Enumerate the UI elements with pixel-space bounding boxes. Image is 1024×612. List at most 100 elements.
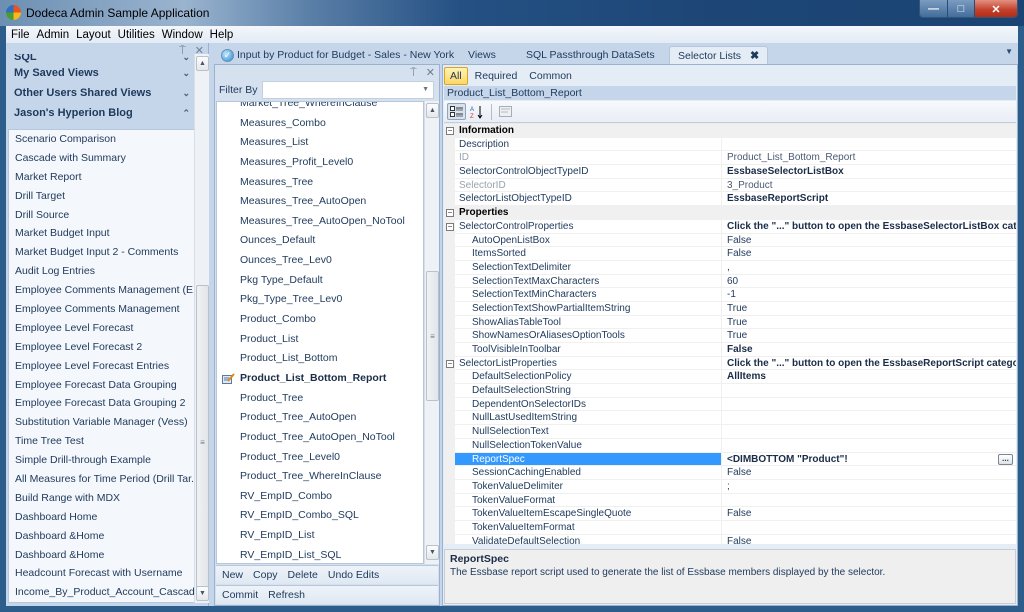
property-row[interactable]: NullSelectionText [444, 425, 1016, 439]
property-category-row[interactable]: − Properties [444, 206, 1016, 220]
selector-list-item[interactable]: Product_Tree_AutoOpen [217, 408, 423, 428]
view-list-item[interactable]: All Measures for Time Period (Drill Tar.… [9, 470, 198, 489]
property-row[interactable]: Description [444, 137, 1016, 152]
property-row[interactable]: TokenValueItemEscapeSingleQuote False [444, 507, 1016, 521]
menu-window[interactable]: Window [162, 29, 203, 41]
menu-layout[interactable]: Layout [76, 29, 111, 41]
property-row[interactable]: ShowNamesOrAliasesOptionTools True [444, 329, 1016, 343]
collapse-icon[interactable]: − [446, 359, 454, 368]
selector-list-item[interactable]: Product_Tree_AutoOpen_NoTool [217, 428, 423, 448]
view-list-item[interactable]: Employee Forecast Data Grouping [9, 376, 198, 395]
property-value[interactable]: False [722, 535, 1016, 544]
selector-list-item[interactable]: Measures_List [217, 133, 423, 153]
view-list-item[interactable]: Simple Drill-through Example [9, 451, 198, 470]
nav-group-my-saved-views[interactable]: My Saved Views ⌄ [8, 63, 196, 83]
selector-list-item[interactable]: Product_Tree [217, 389, 423, 409]
property-row[interactable]: DefaultSelectionString [444, 384, 1016, 398]
view-list-item[interactable]: Drill Source [9, 206, 198, 225]
selector-list-item[interactable]: Product_Tree_WhereInClause [217, 467, 423, 487]
property-value[interactable] [722, 425, 1016, 438]
filter-tab-required[interactable]: Required [470, 68, 523, 84]
tab-overflow-dropdown-icon[interactable]: ▼ [1005, 47, 1013, 56]
property-value[interactable]: Click the "..." button to open the Essba… [722, 357, 1016, 370]
property-value[interactable] [722, 138, 1016, 151]
property-value[interactable]: False [722, 234, 1016, 247]
property-value[interactable] [722, 384, 1016, 397]
property-value[interactable]: False [722, 343, 1016, 356]
selector-list-item[interactable]: Measures_Tree [217, 173, 423, 193]
menu-help[interactable]: Help [210, 29, 234, 41]
ellipsis-editor-button[interactable]: ... [998, 453, 1013, 465]
collapse-icon[interactable]: − [446, 127, 454, 135]
property-category-row[interactable]: − Information [444, 124, 1016, 138]
view-list-item[interactable]: Market Budget Input 2 - Comments [9, 243, 198, 262]
view-list-item[interactable]: Employee Level Forecast [9, 319, 198, 338]
filter-tab-common[interactable]: Common [524, 68, 577, 84]
property-value[interactable]: False [722, 507, 1016, 520]
view-list-item[interactable]: Dashboard &Home [9, 527, 198, 546]
selector-list-item[interactable]: RV_EmpID_Combo_SQL [217, 506, 423, 526]
property-row[interactable]: SelectorListObjectTypeID EssbaseReportScr… [444, 192, 1016, 207]
property-row[interactable]: NullLastUsedItemString [444, 411, 1016, 426]
view-list-item[interactable]: Employee Comments Management [9, 300, 198, 319]
property-value[interactable]: EssbaseSelectorListBox [722, 165, 1016, 178]
selector-list-item[interactable]: Product_List_Bottom [217, 349, 423, 369]
refresh-button[interactable]: Refresh [268, 589, 305, 601]
view-list-item[interactable]: Market Report [9, 168, 198, 187]
new-button[interactable]: New [222, 569, 243, 581]
collapse-icon[interactable]: − [446, 222, 454, 231]
selector-list-item[interactable]: Measures_Tree_AutoOpen [217, 192, 423, 212]
property-row[interactable]: SelectorControlObjectTypeID EssbaseSelect… [444, 165, 1016, 179]
property-row[interactable]: ItemsSorted False [444, 247, 1016, 261]
property-row[interactable]: NullSelectionTokenValue [444, 438, 1016, 453]
selector-list-item[interactable]: Ounces_Tree_Lev0 [217, 251, 423, 271]
view-list-item[interactable]: Employee Forecast Data Grouping 2 [9, 394, 198, 413]
property-row[interactable]: TokenValueDelimiter; [444, 479, 1016, 494]
property-value[interactable]: -1 [722, 288, 1016, 301]
maximize-button[interactable]: □ [947, 0, 974, 17]
view-list-item[interactable]: Drill Target [9, 187, 198, 206]
property-row[interactable]: ShowAliasTableTool True [444, 315, 1016, 330]
property-value[interactable] [722, 411, 1016, 424]
view-list-item[interactable]: Scenario Comparison [9, 130, 198, 149]
property-value[interactable] [722, 398, 1016, 411]
filter-by-combobox[interactable]: ▼ [262, 81, 434, 99]
nav-group-jasons-hyperion-blog[interactable]: Jason's Hyperion Blog ⌃ [8, 103, 196, 123]
property-value[interactable]: 60 [722, 275, 1016, 288]
pin-icon[interactable]: ⍑ [410, 67, 417, 79]
scroll-down-arrow-icon[interactable]: ▼ [196, 586, 209, 601]
property-row[interactable]: ID Product_List_Bottom_Report [444, 151, 1016, 166]
view-list-item[interactable]: Employee Level Forecast Entries [9, 357, 198, 376]
categorized-view-button[interactable] [447, 103, 466, 120]
selector-list-item[interactable]: Product_Combo [217, 310, 423, 330]
copy-button[interactable]: Copy [253, 569, 278, 581]
scroll-thumb[interactable]: ≡ [426, 271, 439, 401]
view-list-item[interactable]: Dashboard Home [9, 508, 198, 527]
property-value[interactable]: , [722, 261, 1016, 274]
property-row[interactable]: − SelectorListProperties Click the "..." b… [444, 356, 1016, 371]
property-row[interactable]: DefaultSelectionPolicy AllItems [444, 370, 1016, 385]
property-row[interactable]: SelectionTextDelimiter, [444, 260, 1016, 275]
view-list-item[interactable]: Dashboard &Home [9, 546, 198, 565]
property-value[interactable] [722, 494, 1016, 507]
property-value[interactable]: AllItems [722, 370, 1016, 383]
property-value[interactable]: Product_List_Bottom_Report [722, 151, 1016, 164]
collapse-icon[interactable]: − [446, 209, 454, 218]
view-list-item[interactable]: Employee Comments Management (E... [9, 281, 198, 300]
nav-group-other-users-shared-views[interactable]: Other Users Shared Views ⌄ [8, 83, 196, 103]
scroll-up-arrow-icon[interactable]: ▲ [426, 103, 439, 118]
tab-sql-passthrough-datasets[interactable]: SQL Passthrough DataSets [526, 46, 655, 64]
property-row[interactable]: ValidateDefaultSelection False [444, 534, 1016, 544]
property-row[interactable]: AutoOpenListBox False [444, 233, 1016, 248]
tab-views[interactable]: Views [468, 46, 496, 64]
property-row[interactable]: SelectionTextMinCharacters -1 [444, 288, 1016, 302]
property-value[interactable]: EssbaseReportScript [722, 192, 1016, 205]
panel-close-icon[interactable]: ✕ [426, 67, 435, 79]
property-value[interactable]: True [722, 302, 1016, 315]
scroll-thumb[interactable]: ≡ [196, 285, 209, 599]
property-row[interactable]: SessionCachingEnabled False [444, 466, 1016, 480]
menu-admin[interactable]: Admin [37, 29, 70, 41]
view-list-item[interactable]: Cascade with Summary [9, 149, 198, 168]
property-value[interactable] [722, 521, 1016, 534]
nav-group-sql[interactable]: SQL ⌄ [8, 54, 196, 63]
